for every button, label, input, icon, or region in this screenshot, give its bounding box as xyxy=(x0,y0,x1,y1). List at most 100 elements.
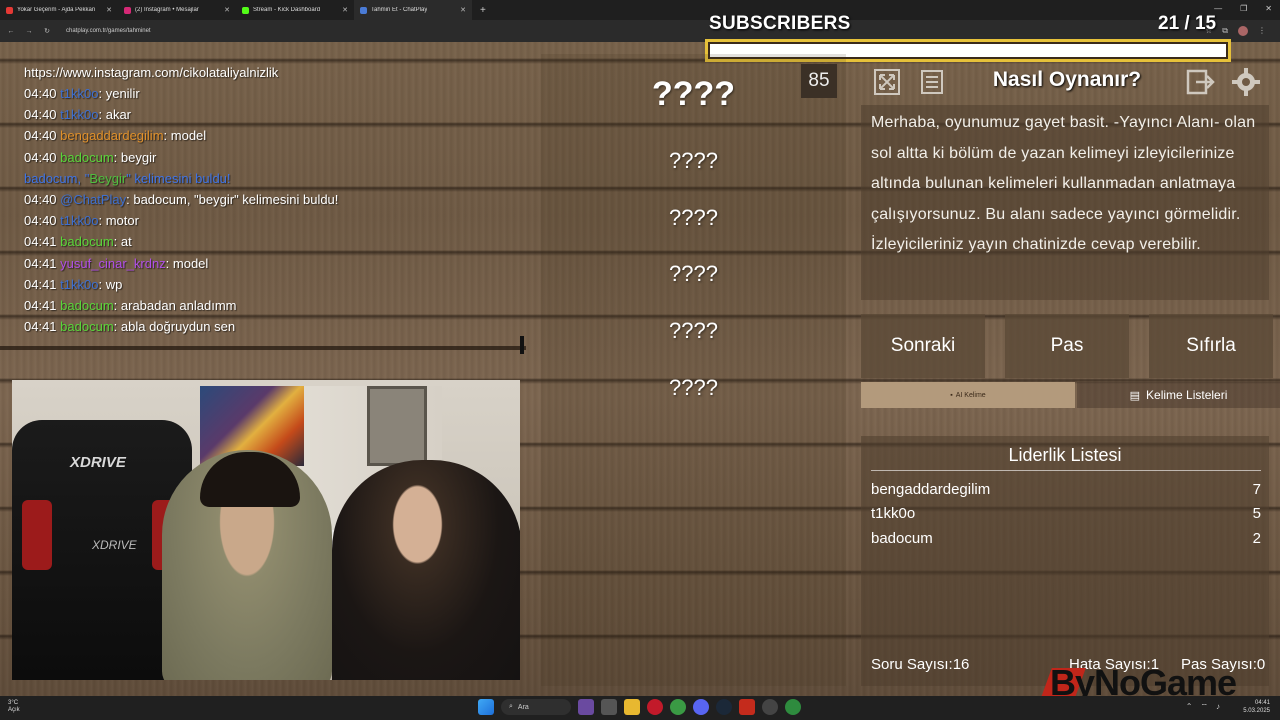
chat-messages: 04:40 @ChatPlay: badocum, "beygir" kelim… xyxy=(24,189,526,337)
chat-timestamp: 04:41 xyxy=(24,255,57,271)
close-tab-icon[interactable]: ✕ xyxy=(106,6,112,14)
kick-favicon-icon xyxy=(242,6,249,14)
chat-message: 04:40 badocum: beygir xyxy=(24,147,526,168)
close-tab-icon[interactable]: ✕ xyxy=(460,6,466,14)
divider xyxy=(871,470,1261,471)
tab-label: Stream - Kick Dashboard xyxy=(253,7,321,13)
chat-username[interactable]: badocum xyxy=(60,234,113,249)
chat-timestamp: 04:41 xyxy=(24,319,57,335)
chat-text: : akar xyxy=(98,107,131,123)
chat-timestamp: 04:40 xyxy=(24,213,57,229)
chat-username[interactable]: @ChatPlay xyxy=(60,192,126,207)
instagram-favicon-icon xyxy=(124,6,131,14)
how-to-play-title: Nasıl Oynanır? xyxy=(992,68,1142,91)
new-tab-button[interactable]: + xyxy=(480,5,486,16)
tab-ai-word[interactable]: ▪ AI Kelime xyxy=(861,382,1075,408)
pass-button[interactable]: Pas xyxy=(1005,314,1129,378)
maximize-icon[interactable]: ❐ xyxy=(1240,4,1247,13)
browser-tab-active[interactable]: Tahmin Et - ChatPlay ✕ xyxy=(354,0,472,20)
player-score: 7 xyxy=(1252,481,1261,498)
list-icon: ▤ xyxy=(1129,389,1141,402)
chat-username[interactable]: badocum xyxy=(60,150,113,165)
taskbar-search[interactable]: ⌕ Ara xyxy=(501,699,571,715)
close-tab-icon[interactable]: ✕ xyxy=(224,6,230,14)
chat-username[interactable]: t1kk0o xyxy=(60,213,98,228)
discord-icon[interactable] xyxy=(693,699,709,715)
reset-button[interactable]: Sıfırla xyxy=(1149,314,1273,378)
tab-label: (2) Instagram • Mesajlar xyxy=(135,7,199,13)
fullscreen-icon[interactable] xyxy=(871,66,903,98)
close-tab-icon[interactable]: ✕ xyxy=(342,6,348,14)
cam-chair-accent xyxy=(22,500,52,570)
hidden-word: ???? xyxy=(669,318,718,343)
next-button[interactable]: Sonraki xyxy=(861,314,985,378)
chat-resize-handle[interactable] xyxy=(520,336,524,354)
back-icon[interactable]: ← xyxy=(4,28,18,35)
chat-timestamp: 04:40 xyxy=(24,149,57,165)
system-tray: ⌃ ⌔ ♪ xyxy=(1186,702,1220,712)
forward-icon[interactable]: → xyxy=(22,28,36,35)
chat-text: : wp xyxy=(98,276,123,292)
file-explorer-icon[interactable] xyxy=(624,699,640,715)
menu-icon[interactable]: ⋮ xyxy=(1258,26,1266,36)
weather-temp: 3°C xyxy=(8,700,19,706)
chat-username[interactable]: badocum xyxy=(60,319,113,334)
profile-avatar[interactable] xyxy=(1238,26,1248,36)
extensions-icon[interactable]: ⧉ xyxy=(1222,26,1228,36)
widgets-icon[interactable] xyxy=(578,699,594,715)
cam-person-right xyxy=(332,460,520,680)
app-icon[interactable] xyxy=(739,699,755,715)
tab-word-lists[interactable]: ▤ Kelime Listeleri xyxy=(1077,382,1280,408)
settings-gear-icon[interactable] xyxy=(1230,66,1262,98)
chrome-icon[interactable] xyxy=(670,699,686,715)
clock-time: 04:41 xyxy=(1254,700,1270,706)
chat-divider xyxy=(0,346,526,350)
question-count: Soru Sayısı:16 xyxy=(871,656,970,673)
chat-message: 04:40 @ChatPlay: badocum, "beygir" kelim… xyxy=(24,189,526,210)
url-field[interactable]: chatplay.com.tr/games/tahminet xyxy=(66,28,151,34)
chat-text: : badocum, "beygir" kelimesini buldu! xyxy=(126,192,339,208)
chat-username[interactable]: t1kk0o xyxy=(60,277,98,292)
player-name: t1kk0o xyxy=(871,505,916,522)
chat-username[interactable]: t1kk0o xyxy=(60,107,98,122)
leaderboard-title: Liderlik Listesi xyxy=(1008,445,1122,465)
chrome-icon[interactable] xyxy=(785,699,801,715)
browser-tab[interactable]: (2) Instagram • Mesajlar ✕ xyxy=(118,0,236,20)
network-icon[interactable]: ⌔ xyxy=(1200,702,1208,712)
cam-chair-logo: XDRIVE xyxy=(92,538,137,552)
chat-username[interactable]: yusuf_cinar_krdnz xyxy=(60,256,166,271)
close-window-icon[interactable]: ✕ xyxy=(1265,4,1272,13)
task-view-icon[interactable] xyxy=(601,699,617,715)
system-msg-pre: badocum, " xyxy=(24,170,90,186)
chat-messages: 04:40 t1kk0o: yenilir 04:40 t1kk0o: akar 0… xyxy=(24,83,526,168)
chat-text: : model xyxy=(165,255,209,271)
browser-tab[interactable]: Yokar Geçerim - Ajda Pekkan ✕ xyxy=(0,0,118,20)
subscribers-count: 21 / 15 xyxy=(1158,13,1217,34)
notes-icon[interactable] xyxy=(916,66,948,98)
how-to-play-box: Merhaba, oyunumuz gayet basit. -Yayıncı … xyxy=(861,105,1269,300)
settings-app-icon[interactable] xyxy=(762,699,778,715)
clock[interactable]: 04:41 5.03.2025 xyxy=(1243,699,1270,715)
reload-icon[interactable]: ↻ xyxy=(40,27,54,35)
minimize-icon[interactable]: — xyxy=(1214,4,1222,13)
hidden-word: ???? xyxy=(669,375,718,400)
system-msg-post: " kelimesini buldu! xyxy=(126,170,231,186)
opera-icon[interactable] xyxy=(647,699,663,715)
chat-pinned-link[interactable]: https://www.instagram.com/cikolataliyaln… xyxy=(24,62,526,83)
chat-timestamp: 04:41 xyxy=(24,276,57,292)
browser-tab[interactable]: Stream - Kick Dashboard ✕ xyxy=(236,0,354,20)
volume-icon[interactable]: ♪ xyxy=(1216,702,1220,712)
windows-start-icon[interactable] xyxy=(478,699,494,715)
chat-username[interactable]: t1kk0o xyxy=(60,86,98,101)
exit-icon[interactable] xyxy=(1185,66,1217,98)
chevron-up-icon[interactable]: ⌃ xyxy=(1186,702,1193,712)
weather-widget[interactable]: 3°C Açık xyxy=(8,700,20,714)
player-score: 2 xyxy=(1252,530,1261,547)
chat-username[interactable]: badocum xyxy=(60,298,113,313)
chat-username[interactable]: bengaddardegilim xyxy=(60,128,163,143)
tab-label: Yokar Geçerim - Ajda Pekkan xyxy=(17,7,96,13)
chat-text: : at xyxy=(113,234,132,250)
tab-label: Tahmin Et - ChatPlay xyxy=(371,7,428,13)
subscribers-title: SUBSCRIBERS xyxy=(709,13,851,34)
steam-icon[interactable] xyxy=(716,699,732,715)
